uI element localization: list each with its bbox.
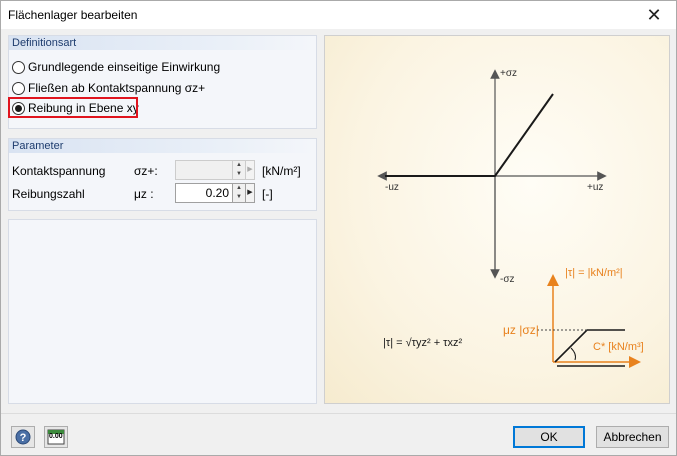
selection-highlight-box [8,97,138,118]
footer-separator [1,413,676,414]
empty-panel [8,219,317,404]
units-button[interactable]: 0.00 [44,426,68,448]
radio-option-yield[interactable]: Fließen ab Kontaktspannung σz+ [12,80,205,96]
diagram-figure: +σz -σz -uz +uz |τ| = |kN/m²| μz |σz| C*… [324,35,670,404]
diagram-svg: +σz -σz -uz +uz |τ| = |kN/m²| μz |σz| C*… [377,68,644,368]
mu-label: μz |σz| [503,323,539,337]
axis-left-label: -uz [385,182,399,193]
friction-coefficient-unit: [-] [262,187,273,201]
dialog-window: Flächenlager bearbeiten ✕ Definitionsart… [0,0,677,456]
radio-option-basic[interactable]: Grundlegende einseitige Einwirkung [12,59,220,75]
contact-stress-stepper[interactable]: ▲ ▼ ▶ [175,160,255,180]
parameter-header: Parameter [9,139,316,153]
parameter-panel: Parameter Kontaktspannung σz+: ▲ ▼ ▶ [kN… [8,138,317,211]
axis-bottom-label: -σz [500,274,515,285]
svg-text:?: ? [20,432,27,444]
definition-header: Definitionsart [9,36,316,50]
cancel-button[interactable]: Abbrechen [596,426,669,448]
help-icon: ? [15,429,31,445]
ok-button[interactable]: OK [513,426,585,448]
tau-formula: |τ| = √τyz² + τxz² [383,337,463,349]
radio-button[interactable] [12,81,25,95]
friction-coefficient-symbol: μz : [134,187,154,201]
extend-arrow-icon[interactable]: ▶ [246,160,255,180]
radio-button[interactable] [12,60,25,74]
axis-right-label: +uz [587,182,603,193]
help-button[interactable]: ? [11,426,35,448]
spin-down-icon[interactable]: ▼ [233,170,245,179]
units-text: 0.00 [49,433,63,440]
contact-stress-input[interactable] [175,160,233,180]
friction-coefficient-stepper[interactable]: 0.20 ▲ ▼ ▶ [175,183,255,203]
spin-arrows[interactable]: ▲ ▼ [233,183,246,203]
radio-label: Fließen ab Kontaktspannung σz+ [28,81,206,95]
friction-coefficient-label: Reibungszahl [12,187,85,201]
contact-stress-unit: [kN/m²] [262,164,301,178]
contact-stress-label: Kontaktspannung [12,164,106,178]
spin-up-icon[interactable]: ▲ [233,184,245,193]
spin-up-icon[interactable]: ▲ [233,161,245,170]
tau-label: |τ| = |kN/m²| [565,267,623,279]
contact-stress-symbol: σz+: [134,164,158,178]
axis-top-label: +σz [500,68,517,79]
angle-arc [570,347,576,361]
extend-arrow-icon[interactable]: ▶ [246,183,255,203]
radio-label: Grundlegende einseitige Einwirkung [28,60,221,74]
spin-arrows[interactable]: ▲ ▼ [233,160,246,180]
window-title: Flächenlager bearbeiten [8,8,138,22]
spin-down-icon[interactable]: ▼ [233,193,245,202]
title-bar: Flächenlager bearbeiten ✕ [1,1,676,29]
characteristic-line [385,93,554,177]
friction-coefficient-input[interactable]: 0.20 [175,183,233,203]
c-label: C* [kN/m³] [593,341,644,353]
close-icon[interactable]: ✕ [632,1,676,29]
